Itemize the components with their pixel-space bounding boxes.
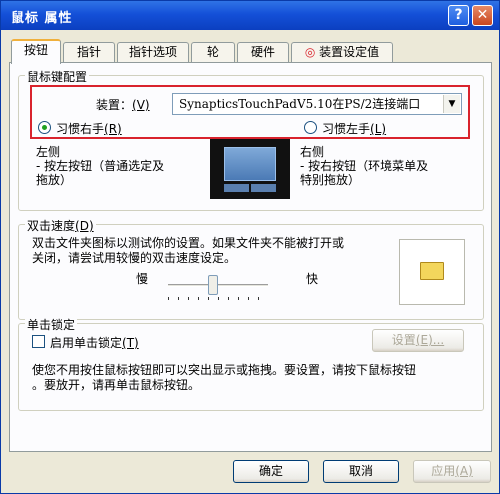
device-select[interactable]: SynapticsTouchPadV5.10在PS/2连接端口 ▼ xyxy=(172,93,462,115)
cancel-button[interactable]: 取消 xyxy=(323,460,399,483)
tab-label: 指针选项 xyxy=(128,45,177,59)
tab-buttons[interactable]: 按钮 xyxy=(11,39,61,64)
settings-button-key: (E)... xyxy=(415,333,445,347)
button-config-legend: 鼠标键配置 xyxy=(25,68,90,85)
left-hand-label[interactable]: 习惯左手(L) xyxy=(322,120,386,137)
apply-button[interactable]: 应用(A) xyxy=(413,460,491,483)
click-lock-checkbox[interactable] xyxy=(32,335,45,348)
tab-label: 装置设定值 xyxy=(319,45,380,59)
tab-pointers[interactable]: 指针 xyxy=(63,42,115,63)
tab-panel: 鼠标键配置 装置：(V) SynapticsTouchPadV5.10在PS/2… xyxy=(9,62,492,452)
click-lock-settings-button[interactable]: 设置(E)... xyxy=(372,329,464,352)
speed-slider-track[interactable] xyxy=(168,284,268,287)
touchpad-image xyxy=(210,139,290,199)
touchpad-left-button xyxy=(224,184,249,192)
click-lock-legend: 单击锁定 xyxy=(25,316,78,333)
left-hand-text: 习惯左手 xyxy=(322,122,371,136)
title-bar[interactable]: 鼠标 属性 ? ✕ xyxy=(1,1,499,30)
ok-button[interactable]: 确定 xyxy=(233,460,309,483)
mouse-properties-window: 鼠标 属性 ? ✕ 按钮 指针 指针选项 轮 硬件 ◎ 装置设定值 鼠标键配置 … xyxy=(0,0,500,494)
tab-label: 轮 xyxy=(206,45,219,59)
click-lock-label-text: 启用单击锁定 xyxy=(50,336,123,350)
apply-button-label: 应用 xyxy=(431,464,456,478)
close-button[interactable]: ✕ xyxy=(472,5,493,26)
slow-label: 慢 xyxy=(136,272,149,286)
right-hand-text: 习惯右手 xyxy=(56,122,105,136)
right-side-desc-2: 特别拖放） xyxy=(300,173,361,187)
apply-button-key: (A) xyxy=(455,464,473,478)
left-hand-key: (L) xyxy=(370,122,387,136)
device-label-text: 装置： xyxy=(96,98,133,112)
double-click-key: (D) xyxy=(75,219,94,233)
right-hand-label[interactable]: 习惯右手(R) xyxy=(56,120,122,137)
settings-button-label: 设置 xyxy=(391,333,416,347)
touchpad-right-button xyxy=(251,184,276,192)
left-hand-radio[interactable] xyxy=(304,121,317,134)
double-click-legend-text: 双击速度 xyxy=(27,219,76,233)
tab-label: 硬件 xyxy=(250,45,275,59)
tab-label: 按钮 xyxy=(23,43,48,57)
tab-hardware[interactable]: 硬件 xyxy=(237,42,289,63)
chevron-down-icon[interactable]: ▼ xyxy=(443,95,460,113)
help-button[interactable]: ? xyxy=(448,5,469,26)
click-lock-desc-2: 。要放开，请再单击鼠标按钮。 xyxy=(32,378,201,392)
tab-strip: 按钮 指针 指针选项 轮 硬件 ◎ 装置设定值 xyxy=(9,39,493,64)
tab-pointer-options[interactable]: 指针选项 xyxy=(117,42,189,63)
speed-slider-ticks xyxy=(168,297,268,300)
click-lock-label[interactable]: 启用单击锁定(T) xyxy=(50,334,139,351)
click-lock-key: (T) xyxy=(122,336,139,350)
device-key: (V) xyxy=(132,98,150,112)
right-hand-radio[interactable] xyxy=(38,121,51,134)
window-title: 鼠标 属性 xyxy=(11,11,73,26)
fast-label: 快 xyxy=(306,272,319,286)
device-settings-icon: ◎ xyxy=(304,45,316,59)
tab-device-settings[interactable]: ◎ 装置设定值 xyxy=(291,42,393,63)
left-side-desc-2: 拖放） xyxy=(36,173,73,187)
double-click-desc-2: 关闭，请尝试用较慢的双击速度设定。 xyxy=(32,251,237,265)
double-click-legend: 双击速度(D) xyxy=(25,217,96,234)
touchpad-surface xyxy=(224,147,276,181)
tab-wheel[interactable]: 轮 xyxy=(191,42,235,63)
device-label: 装置：(V) xyxy=(96,96,150,113)
tab-label: 指针 xyxy=(76,45,101,59)
test-area[interactable] xyxy=(399,239,465,305)
speed-slider-thumb[interactable] xyxy=(208,275,218,295)
device-select-value: SynapticsTouchPadV5.10在PS/2连接端口 xyxy=(179,97,421,111)
right-hand-key: (R) xyxy=(104,122,122,136)
folder-icon[interactable] xyxy=(420,262,444,280)
